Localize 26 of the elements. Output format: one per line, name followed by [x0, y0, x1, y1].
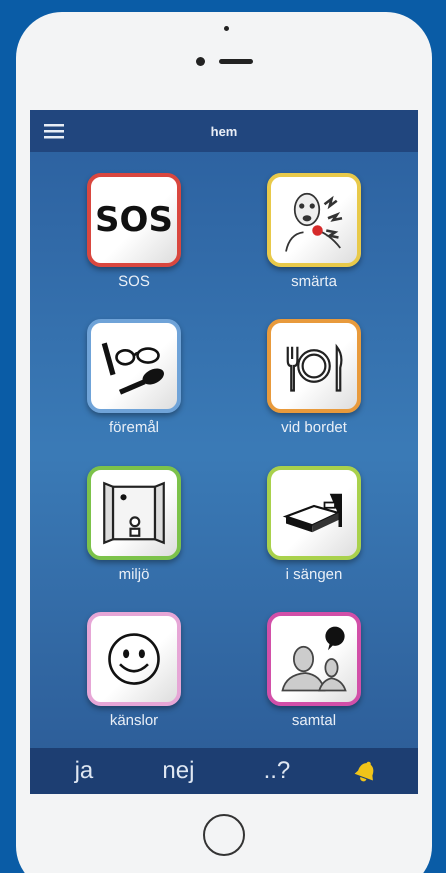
camera-dot: [196, 56, 204, 66]
speaker-slot: [218, 58, 252, 64]
category-tile[interactable]: [267, 466, 361, 560]
category-tile[interactable]: [267, 319, 361, 414]
category-tile[interactable]: SOS: [87, 172, 181, 267]
two-people-speech-icon: [279, 624, 349, 694]
tile-label: vid bordet: [281, 419, 347, 436]
tile-label: föremål: [108, 419, 160, 436]
menu-icon[interactable]: [44, 123, 64, 139]
tile-label: smärta: [291, 272, 337, 290]
category-tile[interactable]: [267, 172, 361, 267]
tile-label: samtal: [292, 712, 336, 730]
screen-title: hem: [210, 124, 238, 138]
answer-button[interactable]: nej: [156, 757, 200, 785]
category-tile[interactable]: [87, 612, 181, 706]
answer-button[interactable]: ..?: [258, 757, 296, 785]
tile-label: SOS: [118, 272, 150, 290]
category-tile[interactable]: [267, 612, 361, 706]
tile-label: känslor: [110, 712, 158, 730]
answer-button[interactable]: ja: [68, 757, 100, 785]
tile-label: miljö: [118, 566, 150, 583]
category-tile[interactable]: [87, 466, 181, 560]
category-tile[interactable]: [87, 319, 181, 414]
tile-label: i sängen: [286, 566, 342, 583]
home-button[interactable]: [203, 814, 245, 856]
sensor-dot: [224, 26, 229, 31]
